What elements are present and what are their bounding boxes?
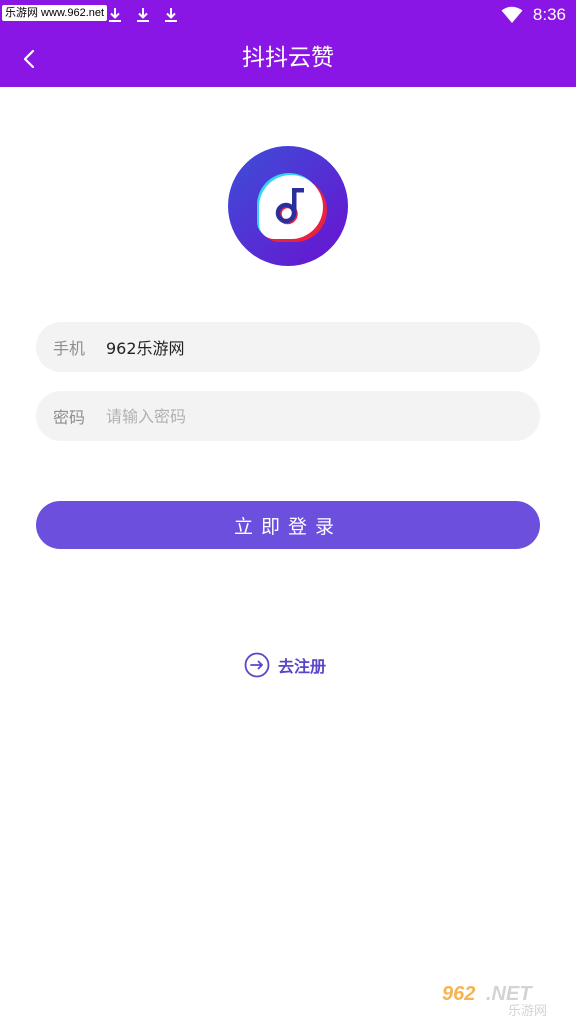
title-bar: 抖抖云赞: [0, 30, 576, 87]
app-logo: [228, 146, 348, 266]
svg-text:乐游网: 乐游网: [508, 1004, 547, 1018]
password-label: 密码: [53, 408, 86, 427]
password-input[interactable]: [106, 406, 540, 426]
download-icon: [165, 8, 177, 22]
status-bar: 乐游网 www.962.net 8:36: [0, 0, 576, 30]
register-link[interactable]: 去注册: [244, 650, 326, 680]
login-button[interactable]: 立即登录: [36, 501, 540, 549]
download-icon: [137, 8, 149, 22]
register-label: 去注册: [278, 657, 327, 676]
page-title: 抖抖云赞: [242, 45, 334, 71]
watermark-text: 乐游网 www.962.net: [2, 5, 108, 21]
phone-label: 手机: [53, 339, 86, 358]
notification-icons: [106, 6, 180, 24]
svg-text:.NET: .NET: [486, 983, 533, 1005]
clock: 8:36: [532, 5, 566, 24]
phone-input[interactable]: [106, 337, 540, 357]
site-watermark-logo: 962 .NET 乐游网: [442, 983, 547, 1018]
svg-text:962: 962: [442, 983, 475, 1005]
arrow-right-circle-icon: [244, 652, 270, 678]
password-field: 密码: [36, 391, 540, 441]
status-right: 8:36: [501, 4, 566, 26]
phone-field: 手机: [36, 322, 540, 372]
wifi-icon: [501, 6, 523, 23]
download-icon: [109, 8, 121, 22]
